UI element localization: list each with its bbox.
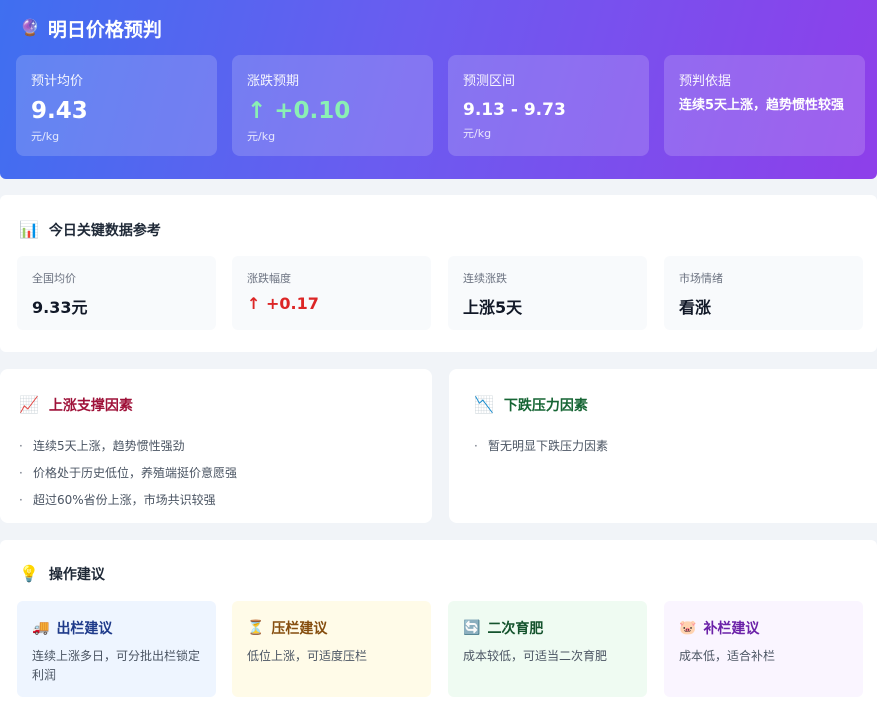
reference-card-value: 9.33元 xyxy=(32,298,88,317)
list-item-text: 超过60%省份上涨，市场共识较强 xyxy=(33,493,216,507)
advice-title-text: 操作建议 xyxy=(48,567,105,583)
advice-card-body: 低位上涨，可适度压栏 xyxy=(247,649,368,663)
advice-card-restock: 🐷 补栏建议 成本低，适合补栏 xyxy=(664,601,863,697)
cycle-icon: 🔄 xyxy=(463,620,481,636)
forecast-card-change: 涨跌预期 ↑ +0.10 元/kg xyxy=(232,55,433,156)
advice-card-refatten: 🔄 二次育肥 成本较低，可适当二次育肥 xyxy=(448,601,647,697)
list-item-text: 连续5天上涨，趋势惯性强劲 xyxy=(33,439,185,453)
forecast-card-label: 涨跌预期 xyxy=(247,74,300,89)
forecast-card-basis: 预判依据 连续5天上涨，趋势惯性较强 xyxy=(664,55,865,156)
reference-card-label: 连续涨跌 xyxy=(463,272,507,285)
reference-title: 📊 今日关键数据参考 xyxy=(19,220,161,240)
downside-factors-title-text: 下跌压力因素 xyxy=(503,398,588,414)
chart-decreasing-icon: 📉 xyxy=(474,395,494,414)
reference-card-value: ↑ +0.17 xyxy=(247,294,319,313)
advice-card-title-text: 二次育肥 xyxy=(487,621,544,637)
reference-card-label: 市场情绪 xyxy=(679,272,723,285)
reference-card-streak: 连续涨跌 上涨5天 xyxy=(448,256,647,330)
downside-factors-list: · 暂无明显下跌压力因素 xyxy=(474,433,877,460)
advice-card-title-text: 补栏建议 xyxy=(703,621,760,637)
forecast-card-unit: 元/kg xyxy=(31,130,60,143)
reference-card-change: 涨跌幅度 ↑ +0.17 xyxy=(232,256,431,330)
reference-card-sentiment: 市场情绪 看涨 xyxy=(664,256,863,330)
advice-card-title: 🔄 二次育肥 xyxy=(463,618,633,638)
advice-card-body: 连续上涨多日，可分批出栏锁定利润 xyxy=(32,649,201,682)
forecast-card-label: 预测区间 xyxy=(463,74,516,89)
pig-icon: 🐷 xyxy=(679,620,697,636)
advice-card-title: 🚚 出栏建议 xyxy=(32,618,202,638)
banner-title: 🔮 明日价格预判 xyxy=(20,16,162,41)
list-item-text: 暂无明显下跌压力因素 xyxy=(488,439,609,453)
advice-card-hold: ⏳ 压栏建议 低位上涨，可适度压栏 xyxy=(232,601,431,697)
reference-card-national-avg: 全国均价 9.33元 xyxy=(17,256,216,330)
upside-factors-list: · 连续5天上涨，趋势惯性强劲 · 价格处于历史低位，养殖端挺价意愿强 · 超过60%… xyxy=(19,433,432,514)
reference-panel: 📊 今日关键数据参考 全国均价 9.33元 涨跌幅度 ↑ +0.17 连续涨跌 … xyxy=(0,195,877,352)
reference-card-value: 上涨5天 xyxy=(463,298,523,317)
advice-card-title: 🐷 补栏建议 xyxy=(679,618,849,638)
list-item: · 连续5天上涨，趋势惯性强劲 xyxy=(19,433,432,460)
downside-factors-panel: 📉 下跌压力因素 · 暂无明显下跌压力因素 xyxy=(449,369,877,523)
forecast-card-value: 9.43 xyxy=(31,98,88,124)
bar-chart-icon: 📊 xyxy=(19,220,39,239)
chart-increasing-icon: 📈 xyxy=(19,395,39,414)
list-item: · 超过60%省份上涨，市场共识较强 xyxy=(19,487,432,514)
advice-panel: 💡 操作建议 🚚 出栏建议 连续上涨多日，可分批出栏锁定利润 ⏳ 压栏建议 低位… xyxy=(0,540,877,711)
advice-card-title-text: 出栏建议 xyxy=(56,621,113,637)
reference-card-value: 看涨 xyxy=(679,298,712,317)
upside-factors-panel: 📈 上涨支撑因素 · 连续5天上涨，趋势惯性强劲 · 价格处于历史低位，养殖端挺价意… xyxy=(0,369,432,523)
truck-icon: 🚚 xyxy=(32,620,50,636)
fortune-teller-icon: 🔮 xyxy=(20,18,40,37)
reference-title-text: 今日关键数据参考 xyxy=(48,223,161,239)
upside-factors-title: 📈 上涨支撑因素 xyxy=(19,395,432,415)
forecast-card-label: 预判依据 xyxy=(679,74,732,89)
forecast-card-avg-price: 预计均价 9.43 元/kg xyxy=(16,55,217,156)
hourglass-icon: ⏳ xyxy=(247,620,265,636)
forecast-card-value: ↑ +0.10 xyxy=(247,98,351,124)
forecast-card-unit: 元/kg xyxy=(247,130,276,143)
downside-factors-title: 📉 下跌压力因素 xyxy=(474,395,877,415)
lightbulb-icon: 💡 xyxy=(19,564,39,583)
reference-card-label: 全国均价 xyxy=(32,272,76,285)
advice-card-body: 成本较低，可适当二次育肥 xyxy=(463,649,608,663)
list-item: · 暂无明显下跌压力因素 xyxy=(474,433,877,460)
advice-card-title: ⏳ 压栏建议 xyxy=(247,618,417,638)
upside-factors-title-text: 上涨支撑因素 xyxy=(48,398,133,414)
forecast-card-unit: 元/kg xyxy=(463,127,492,140)
banner-title-text: 明日价格预判 xyxy=(47,18,162,41)
advice-card-body: 成本低，适合补栏 xyxy=(679,649,776,663)
advice-card-title-text: 压栏建议 xyxy=(271,621,328,637)
advice-card-sell: 🚚 出栏建议 连续上涨多日，可分批出栏锁定利润 xyxy=(17,601,216,697)
reference-card-label: 涨跌幅度 xyxy=(247,272,291,285)
advice-title: 💡 操作建议 xyxy=(19,564,105,584)
list-item-text: 价格处于历史低位，养殖端挺价意愿强 xyxy=(33,466,238,480)
price-forecast-banner: 🔮 明日价格预判 预计均价 9.43 元/kg 涨跌预期 ↑ +0.10 元/k… xyxy=(0,0,877,179)
list-item: · 价格处于历史低位，养殖端挺价意愿强 xyxy=(19,460,432,487)
forecast-card-note: 连续5天上涨，趋势惯性较强 xyxy=(679,98,845,113)
forecast-card-range: 预测区间 9.13 - 9.73 元/kg xyxy=(448,55,649,156)
forecast-card-label: 预计均价 xyxy=(31,74,84,89)
forecast-card-value: 9.13 - 9.73 xyxy=(463,100,566,120)
